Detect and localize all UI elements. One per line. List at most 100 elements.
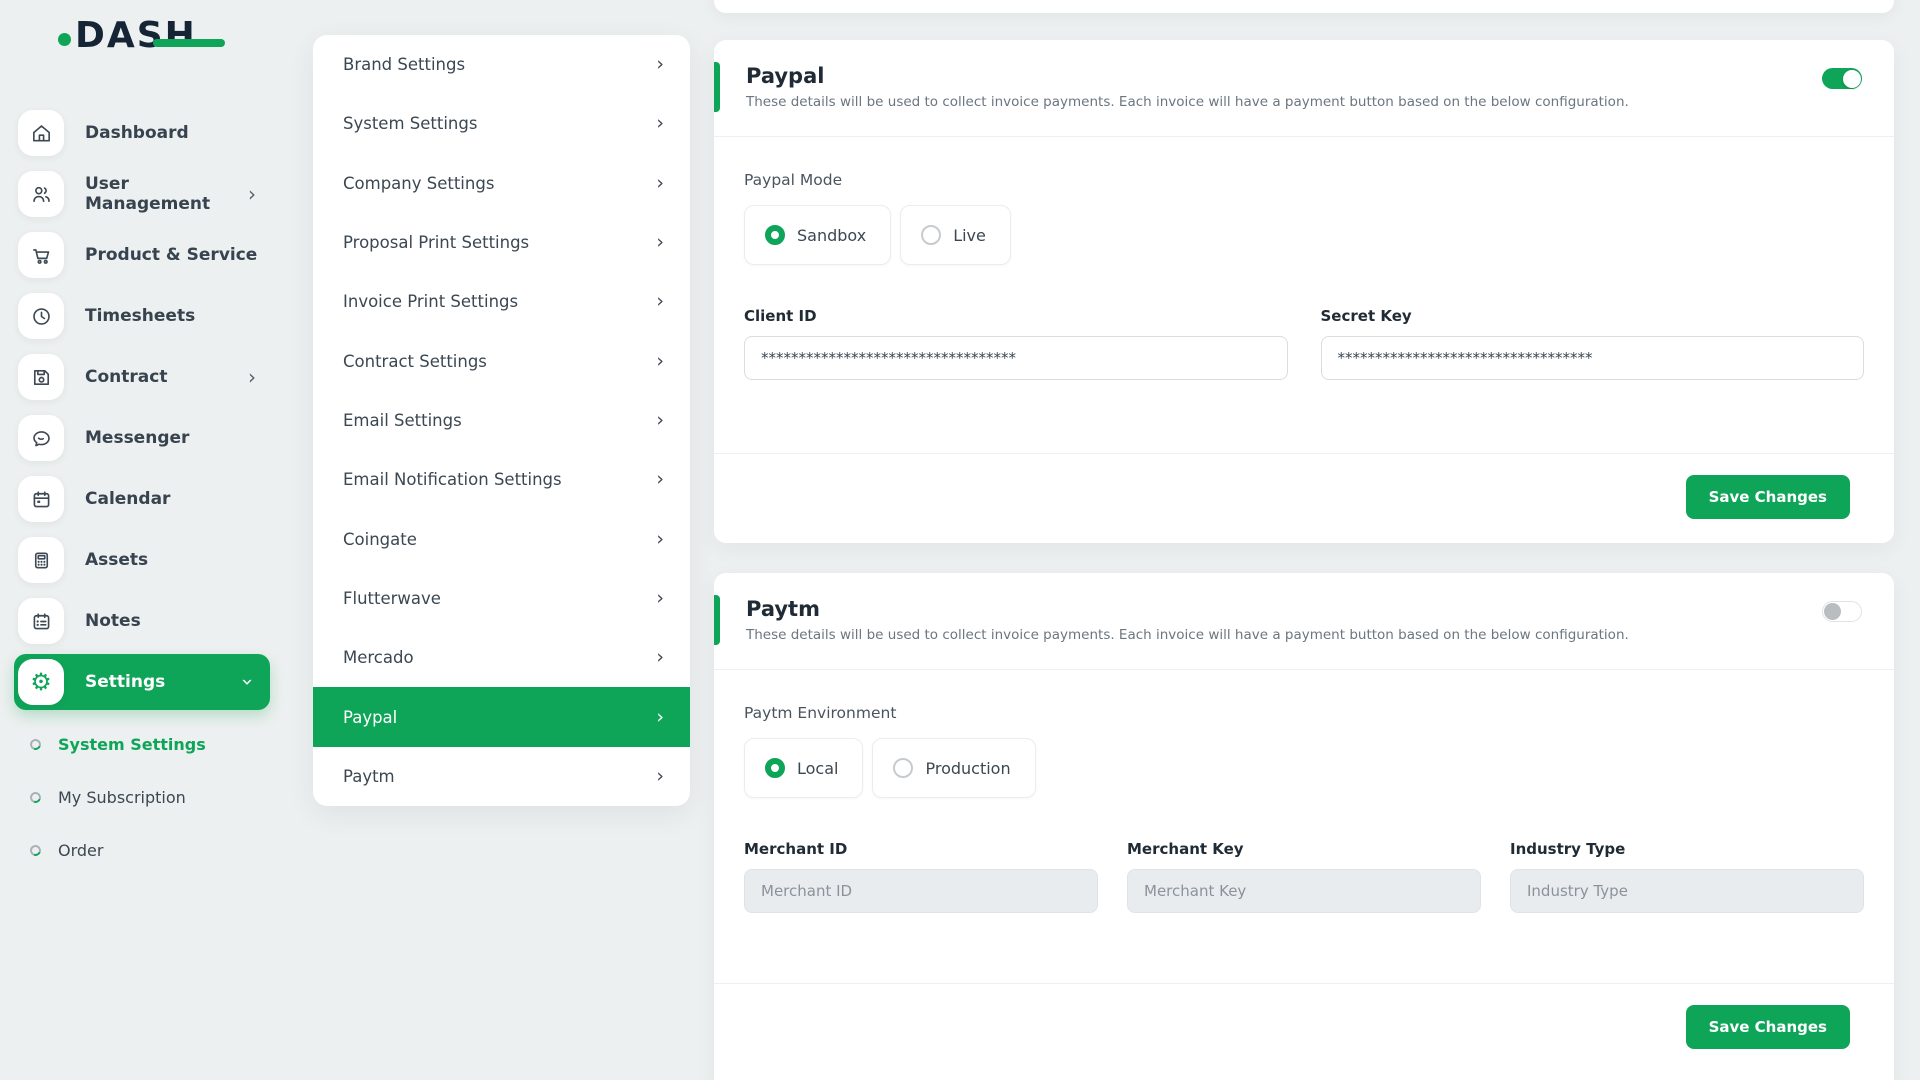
menu-item-flutterwave[interactable]: Flutterwave [313, 569, 690, 628]
sidebar-item-label: Assets [85, 550, 148, 570]
cart-icon [18, 232, 64, 278]
radio-option-local[interactable]: Local [744, 738, 863, 798]
paytm-card-header: Paytm These details will be used to coll… [714, 573, 1894, 670]
save-changes-button[interactable]: Save Changes [1686, 475, 1850, 519]
radio-option-sandbox[interactable]: Sandbox [744, 205, 891, 265]
toggle-knob [1824, 603, 1841, 620]
paytm-environment-options: Local Production [744, 738, 1864, 798]
gear-icon [18, 659, 64, 705]
radio-option-label: Production [925, 759, 1010, 778]
main-content: Paypal These details will be used to col… [714, 0, 1894, 1080]
menu-item-email-notification-settings[interactable]: Email Notification Settings [313, 450, 690, 509]
merchant-key-input[interactable] [1127, 869, 1481, 913]
menu-item-contract-settings[interactable]: Contract Settings [313, 332, 690, 391]
radio-option-label: Live [953, 226, 986, 245]
sidebar-item-messenger[interactable]: Messenger [14, 414, 270, 462]
sidebar-item-user-management[interactable]: User Management [14, 170, 270, 218]
merchant-id-input[interactable] [744, 869, 1098, 913]
chevron-right-icon [656, 767, 664, 786]
chevron-right-icon [656, 55, 664, 74]
sidebar-item-label: User Management [85, 174, 248, 214]
menu-item-proposal-print-settings[interactable]: Proposal Print Settings [313, 213, 690, 272]
client-id-input[interactable] [744, 336, 1288, 380]
menu-item-label: Paytm [343, 767, 395, 786]
sidebar-item-label: Product & Service [85, 245, 257, 265]
accent-bar [714, 595, 720, 645]
radio-selected-icon[interactable] [765, 758, 785, 778]
logo-text: DASH [75, 18, 197, 54]
app-logo[interactable]: DASH [58, 18, 197, 54]
chevron-right-icon [656, 411, 664, 430]
sidebar-item-label: Dashboard [85, 123, 189, 143]
clock-icon [18, 293, 64, 339]
menu-item-label: Mercado [343, 648, 414, 667]
paypal-mode-options: Sandbox Live [744, 205, 1864, 265]
subnav-item-system-settings[interactable]: System Settings [30, 718, 270, 771]
sidebar-item-label: Notes [85, 611, 141, 631]
sidebar-item-assets[interactable]: Assets [14, 536, 270, 584]
save-changes-button[interactable]: Save Changes [1686, 1005, 1850, 1049]
paypal-card-footer: Save Changes [714, 453, 1894, 543]
menu-item-invoice-print-settings[interactable]: Invoice Print Settings [313, 272, 690, 331]
chevron-right-icon [248, 184, 256, 204]
radio-unselected-icon[interactable] [921, 225, 941, 245]
radio-option-production[interactable]: Production [872, 738, 1035, 798]
menu-item-paypal[interactable]: Paypal [313, 687, 690, 746]
paypal-card: Paypal These details will be used to col… [714, 40, 1894, 543]
menu-item-company-settings[interactable]: Company Settings [313, 154, 690, 213]
sidebar-item-notes[interactable]: Notes [14, 597, 270, 645]
secret-key-input[interactable] [1321, 336, 1865, 380]
merchant-id-label: Merchant ID [744, 840, 1098, 858]
calculator-icon [18, 537, 64, 583]
radio-option-label: Sandbox [797, 226, 866, 245]
card-description: These details will be used to collect in… [746, 94, 1864, 110]
paytm-fields: Merchant ID Merchant Key Industry Type [744, 840, 1864, 913]
chevron-right-icon [248, 367, 256, 387]
card-title: Paypal [746, 64, 1864, 88]
menu-item-label: Email Notification Settings [343, 470, 562, 489]
paytm-environment-label: Paytm Environment [744, 704, 1864, 722]
contract-icon [18, 354, 64, 400]
menu-item-mercado[interactable]: Mercado [313, 628, 690, 687]
menu-item-email-settings[interactable]: Email Settings [313, 391, 690, 450]
sidebar-item-calendar[interactable]: Calendar [14, 475, 270, 523]
menu-item-coingate[interactable]: Coingate [313, 510, 690, 569]
accent-bar [714, 62, 720, 112]
paytm-card-footer: Save Changes [714, 983, 1894, 1073]
industry-type-input[interactable] [1510, 869, 1864, 913]
card-description: These details will be used to collect in… [746, 627, 1864, 643]
users-icon [18, 171, 64, 217]
radio-unselected-icon[interactable] [893, 758, 913, 778]
home-icon [18, 110, 64, 156]
chevron-right-icon [656, 648, 664, 667]
sidebar-item-contract[interactable]: Contract [14, 353, 270, 401]
chevron-right-icon [656, 352, 664, 371]
sidebar-item-settings[interactable]: Settings [14, 654, 270, 710]
paytm-enabled-toggle[interactable] [1822, 601, 1862, 622]
menu-item-label: Flutterwave [343, 589, 441, 608]
radio-option-label: Local [797, 759, 838, 778]
radio-selected-icon[interactable] [765, 225, 785, 245]
industry-type-label: Industry Type [1510, 840, 1864, 858]
subnav-item-label: My Subscription [58, 788, 186, 807]
sidebar-item-product-service[interactable]: Product & Service [14, 231, 270, 279]
menu-item-system-settings[interactable]: System Settings [313, 94, 690, 153]
sidebar-item-timesheets[interactable]: Timesheets [14, 292, 270, 340]
menu-item-label: System Settings [343, 114, 477, 133]
sidebar-nav: Dashboard User Management Product & Serv… [14, 109, 270, 719]
sidebar-item-dashboard[interactable]: Dashboard [14, 109, 270, 157]
paypal-card-body: Paypal Mode Sandbox Live Client ID Secre… [714, 137, 1894, 380]
sidebar-item-label: Timesheets [85, 306, 195, 326]
menu-item-brand-settings[interactable]: Brand Settings [313, 35, 690, 94]
paytm-card: Paytm These details will be used to coll… [714, 573, 1894, 1080]
logo-dot-icon [58, 33, 71, 46]
menu-item-paytm[interactable]: Paytm [313, 747, 690, 806]
radio-option-live[interactable]: Live [900, 205, 1011, 265]
subnav-item-my-subscription[interactable]: My Subscription [30, 771, 270, 824]
calendar-icon [18, 476, 64, 522]
subnav-item-order[interactable]: Order [30, 824, 270, 877]
chevron-right-icon [656, 114, 664, 133]
chevron-right-icon [656, 589, 664, 608]
menu-item-label: Email Settings [343, 411, 462, 430]
paypal-enabled-toggle[interactable] [1822, 68, 1862, 89]
